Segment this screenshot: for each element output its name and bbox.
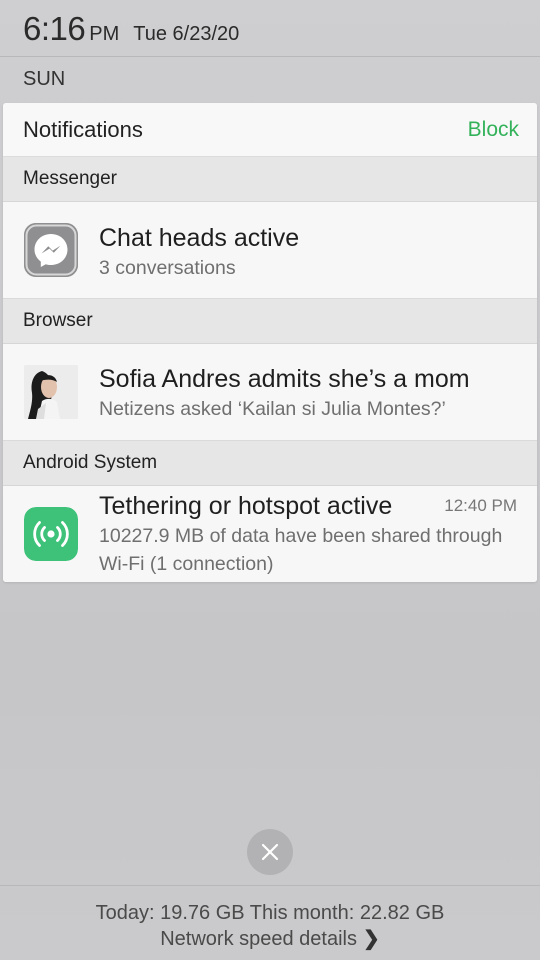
panel-title: Notifications [23,116,143,142]
data-usage-text: Today: 19.76 GB This month: 22.82 GB [95,902,445,924]
section-header-android-system: Android System [3,441,537,486]
notification-body: Sofia Andres admits she’s a mom Netizens… [99,363,517,423]
close-icon [261,843,279,861]
network-speed-label: Network speed details [160,928,357,950]
notification-title: Sofia Andres admits she’s a mom [99,365,470,393]
clock-time: 6:16 [23,10,86,47]
news-thumbnail [24,365,78,419]
notification-text: Netizens asked ‘Kailan si Julia Montes?’ [99,398,446,420]
divider [0,56,540,57]
notification-messenger[interactable]: Chat heads active 3 conversations [3,202,537,299]
notification-title: Chat heads active [99,224,300,252]
status-date: Tue 6/23/20 [133,23,240,45]
notification-time: 12:40 PM [444,496,517,515]
notification-text: 3 conversations [99,257,236,279]
notification-hotspot[interactable]: Tethering or hotspot active 12:40 PM 102… [3,486,537,582]
notification-text: 10227.9 MB of data have been shared thro… [99,525,503,575]
section-header-browser: Browser [3,299,537,344]
notification-body: Tethering or hotspot active 12:40 PM 102… [99,490,517,578]
hotspot-icon [24,507,78,561]
clock-ampm: PM [89,23,120,45]
status-bar: 6:16 PM Tue 6/23/20 [23,10,239,54]
block-button[interactable]: Block [468,118,519,142]
section-header-messenger: Messenger [3,157,537,202]
day-label: SUN [23,68,66,90]
notification-browser[interactable]: Sofia Andres admits she’s a mom Netizens… [3,344,537,441]
notification-body: Chat heads active 3 conversations [99,222,517,282]
network-speed-link[interactable]: Network speed details ❯ [0,926,540,952]
data-usage-footer: Today: 19.76 GB This month: 22.82 GB Net… [0,886,540,960]
chevron-right-icon: ❯ [363,928,380,950]
clear-all-button[interactable] [247,829,293,875]
panel-header: Notifications Block [3,103,537,157]
notification-panel: Notifications Block Messenger Chat heads… [3,103,537,582]
messenger-icon [24,223,78,277]
